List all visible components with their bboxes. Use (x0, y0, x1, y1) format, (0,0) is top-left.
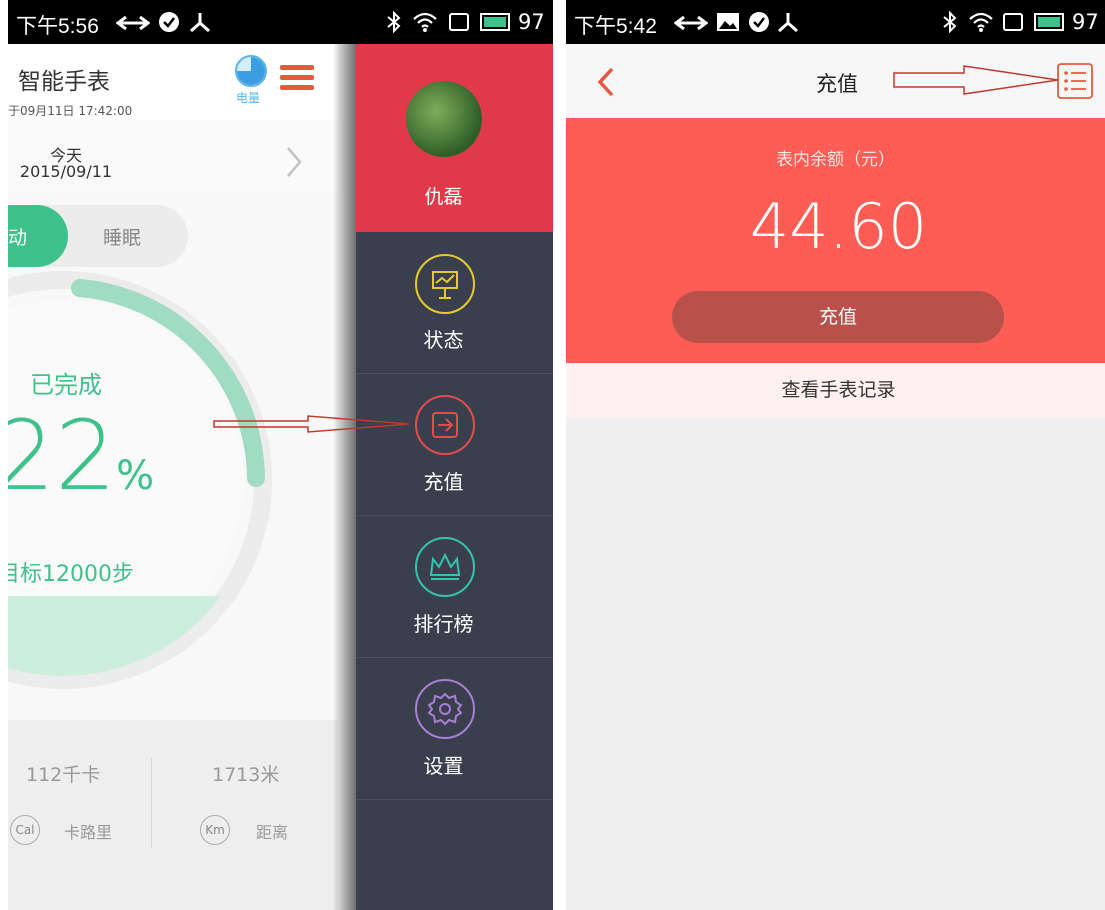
goal-steps: 目标12000步 (8, 562, 134, 587)
distance-label: 距离 (256, 823, 289, 842)
toggle-sleep[interactable]: 睡眠 (103, 223, 141, 250)
recharge-title: 充值 (816, 72, 858, 96)
status-bar-right: 下午5:42 97 (566, 0, 1105, 44)
battery-label: 电量 (236, 91, 261, 105)
screen-icon (1002, 12, 1024, 32)
balance-amount: 44.60 (749, 190, 928, 263)
menu-hamburger-icon[interactable] (280, 64, 314, 92)
status-time: 下午5:56 (16, 15, 99, 38)
km-icon: Km (200, 815, 230, 845)
sync-time: 于09月11日 17:42:00 (8, 104, 133, 118)
menu-item-recharge[interactable]: 充值 (356, 374, 553, 516)
date-value: 2015/09/11 (19, 162, 113, 181)
menu-label-settings: 设置 (423, 754, 464, 778)
arrow-right-box-icon (414, 394, 476, 456)
toggle-activity-label: 动 (8, 227, 28, 249)
left-screen: 下午5:56 97 智能手表 于09月11日 17:42:00 电量 今天 20… (8, 0, 553, 910)
image-icon (716, 12, 740, 32)
mode-toggle: 动 睡眠 (8, 205, 188, 267)
stats-divider (151, 758, 152, 848)
page-title: 智能手表 (18, 69, 110, 95)
date-navigator: 今天 2015/09/11 (8, 120, 338, 192)
check-circle-icon (158, 11, 180, 33)
progress-status: 已完成 (30, 371, 102, 399)
battery-icon (480, 13, 510, 31)
pie-battery-icon (234, 54, 268, 88)
status-time-right: 下午5:42 (574, 15, 657, 38)
battery-percent: 97 (518, 10, 545, 34)
cal-icon: Cal (10, 815, 40, 845)
share-icon (776, 11, 800, 33)
right-screen: 下午5:42 97 充值 表内余额（元） 44.60 充值 查看手表记录 (566, 0, 1105, 910)
battery-icon (1034, 13, 1064, 31)
wifi-icon (968, 11, 994, 33)
username: 仇磊 (424, 186, 463, 208)
view-records-link[interactable]: 查看手表记录 (566, 363, 1105, 418)
balance-label: 表内余额（元） (776, 150, 895, 170)
progress-value: 22 (8, 400, 117, 512)
status-bar: 下午5:56 97 (8, 0, 553, 44)
calories-label: 卡路里 (64, 823, 113, 842)
check-circle-icon (748, 11, 770, 33)
side-menu: 仇磊 状态 充值 排行榜 设置 (356, 44, 553, 910)
presentation-icon (414, 253, 476, 315)
back-chevron-icon[interactable] (596, 66, 616, 98)
avatar (406, 81, 482, 157)
battery-percent-right: 97 (1072, 10, 1099, 34)
stats-panel: 112千卡 1713米 Cal 卡路里 Km 距离 (8, 720, 338, 910)
distance-value: 1713米 (212, 764, 280, 786)
chevron-right-icon[interactable] (284, 146, 304, 178)
annotation-arrow-right (893, 65, 1059, 95)
progress-unit: % (116, 453, 155, 499)
recharge-button[interactable]: 充值 (672, 291, 1004, 343)
menu-item-settings[interactable]: 设置 (356, 658, 553, 800)
usb-icon (674, 13, 708, 33)
share-icon (188, 11, 212, 33)
wifi-icon (412, 11, 438, 33)
gear-icon (414, 678, 476, 740)
usb-icon (116, 13, 150, 33)
toggle-activity[interactable]: 动 (8, 205, 68, 267)
balance-panel: 表内余额（元） 44.60 充值 (566, 118, 1105, 363)
screen-icon (448, 12, 470, 32)
battery-status-button[interactable]: 电量 (233, 54, 269, 110)
menu-item-status[interactable]: 状态 (356, 233, 553, 374)
menu-label-leaderboard: 排行榜 (413, 612, 474, 636)
progress-value-group: 22% (8, 400, 154, 520)
bluetooth-icon (942, 11, 958, 33)
app-header: 智能手表 于09月11日 17:42:00 电量 (8, 44, 338, 120)
crown-icon (414, 536, 476, 598)
drawer-shadow (334, 44, 356, 910)
menu-label-status: 状态 (423, 328, 464, 352)
menu-user-header[interactable]: 仇磊 (356, 44, 553, 232)
bluetooth-icon (386, 11, 402, 33)
calories-value: 112千卡 (26, 764, 101, 786)
menu-label-recharge: 充值 (423, 470, 464, 494)
annotation-arrow-left (213, 415, 410, 433)
menu-item-leaderboard[interactable]: 排行榜 (356, 516, 553, 658)
